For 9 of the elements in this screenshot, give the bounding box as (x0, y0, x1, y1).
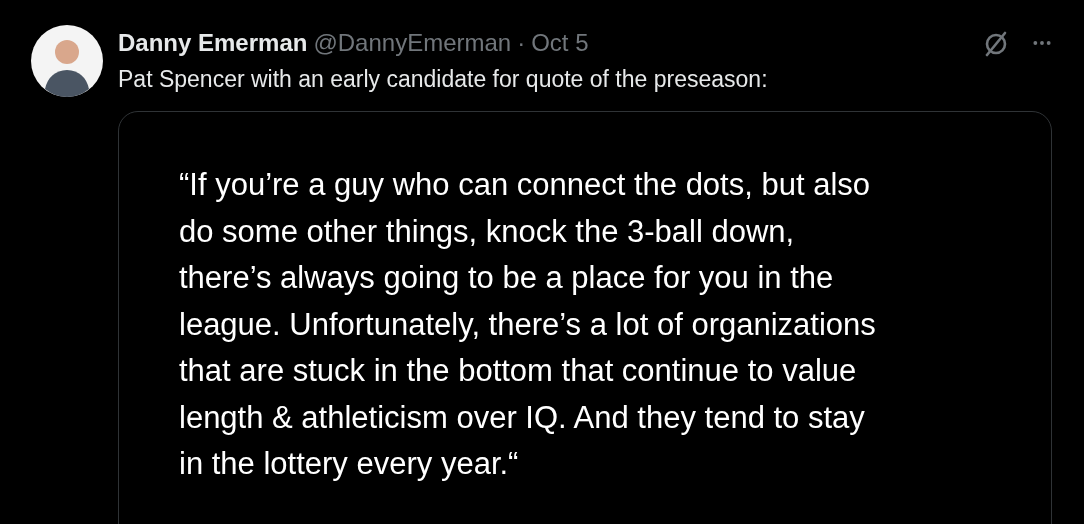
author-handle[interactable]: @DannyEmerman (313, 29, 512, 57)
avatar[interactable] (31, 25, 103, 97)
separator: · (517, 29, 526, 57)
quote-text: “If you’re a guy who can connect the dots, but also do some other things, knock the 3-ball down, there’s always going to be a place for you in the league. Unfortunately, there’s a lot of organizations that are stuck in the bottom that continue to value length & athleticism over IQ. And they tend to stay in the lottery every year.“ (179, 166, 877, 483)
post-text: Pat Spencer with an early candidate for quote of the preseason: (118, 65, 769, 93)
author-name[interactable]: Danny Emerman (118, 29, 308, 57)
more-icon[interactable] (1032, 39, 1052, 47)
post-date[interactable]: Oct 5 (531, 29, 589, 57)
media-card[interactable] (118, 111, 1052, 524)
